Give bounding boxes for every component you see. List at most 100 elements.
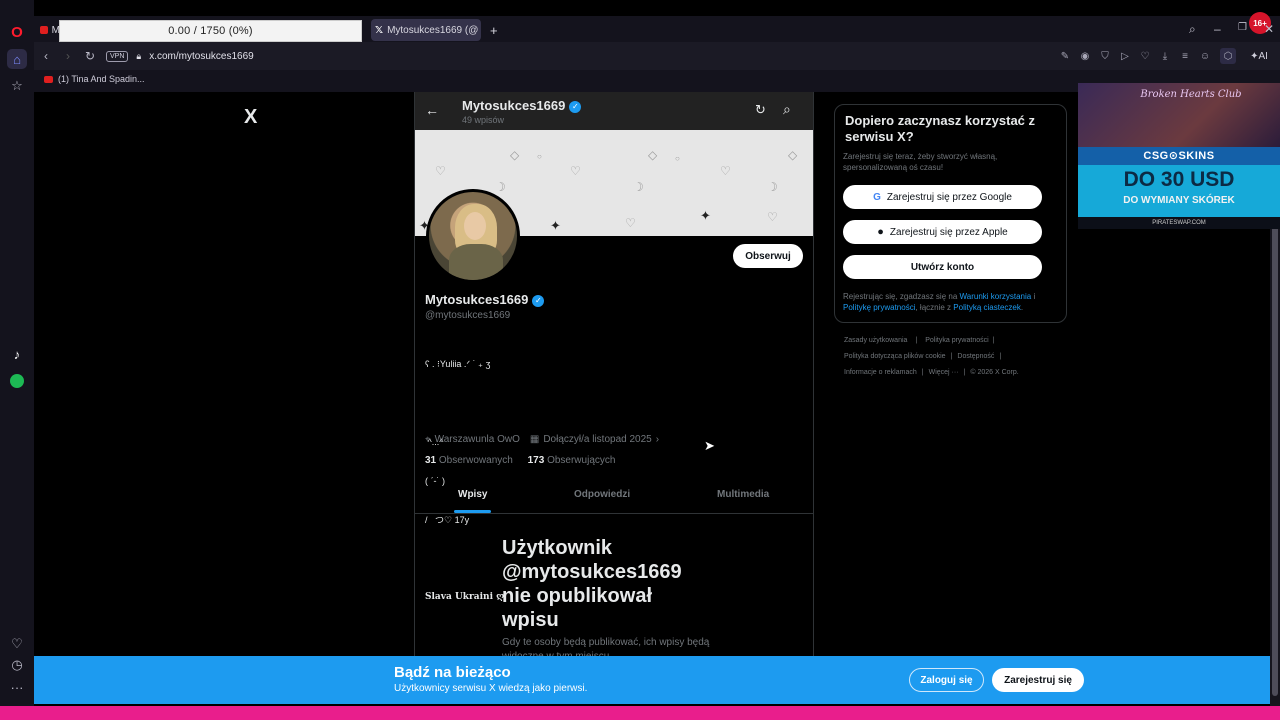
bookmark-label: (1) Tina And Spadin... (58, 74, 145, 84)
login-prompt-bar: Bądź na bieżąco Użytkownicy serwisu X wi… (34, 656, 1270, 704)
play-icon[interactable]: ▷ (1117, 48, 1133, 64)
diamond-doodle-icon: ◇ (510, 148, 520, 162)
aria-ai-button[interactable]: ✦ AI (1246, 48, 1272, 64)
profile-name: Mytosukces1669 (425, 292, 529, 307)
youtube-icon (40, 26, 48, 34)
ad-top-text: Broken Hearts Club (1140, 89, 1242, 100)
tab-active[interactable]: 𝕏 Mytosukces1669 (@myto (371, 19, 481, 41)
profile-handle: @mytosukces1669 (425, 310, 511, 321)
home-icon[interactable]: ⌂ (7, 49, 27, 69)
extensions-icon[interactable]: ⬡ (1220, 48, 1236, 64)
moon-doodle-icon: ☽ (767, 180, 778, 194)
restore-icon[interactable]: ❐ (1238, 22, 1247, 33)
footer-link-privacy[interactable]: Polityka prywatności (925, 337, 988, 344)
ad-site: PIRATESWAP.COM (1078, 217, 1280, 229)
bio-line: / つ♡ 17y (425, 515, 470, 525)
google-signup-label: Zarejestruj się przez Google (886, 191, 1012, 203)
apple-signup-button[interactable]: ● Zarejestruj się przez Apple (843, 220, 1042, 244)
back-icon[interactable]: ‹ (38, 48, 54, 64)
bottom-strip (0, 706, 1280, 720)
follow-stats: 31 Obserwowanych 173 Obserwujących (425, 455, 615, 466)
signup-button[interactable]: Zarejestruj się (992, 668, 1084, 692)
tiktok-icon[interactable]: ♪ (7, 344, 27, 364)
terms-text: i (1031, 292, 1036, 301)
youtube-icon (44, 75, 53, 83)
google-signup-button[interactable]: G Zarejestruj się przez Google (843, 185, 1042, 209)
address-bar-row: ‹ › ↻ VPN 🔒︎ x.com/mytosukces1669 ✎ ◉ ⛉ … (34, 42, 1280, 70)
scrollbar-thumb[interactable] (1272, 226, 1278, 696)
footer-link-accessibility[interactable]: Dostępność (957, 353, 994, 360)
heart-icon[interactable]: ♡ (7, 634, 27, 654)
ad-offer: DO 30 USD DO WYMIANY SKÓREK (1078, 165, 1280, 217)
tab-posts[interactable]: Wpisy (458, 489, 487, 500)
empty-state-subtitle: Gdy te osoby będą publikować, ich wpisy … (502, 637, 710, 656)
opera-logo-icon[interactable]: O (7, 22, 27, 42)
edit-icon[interactable]: ✎ (1057, 48, 1073, 64)
close-icon[interactable]: ✕ (1264, 22, 1274, 36)
ad-brand: CSG⊙SKINS (1078, 147, 1280, 165)
minimize-icon[interactable]: – (1214, 22, 1221, 36)
diamond-doodle-icon: ◇ (648, 148, 658, 162)
ad-banner[interactable]: Broken Hearts Club CSG⊙SKINS DO 30 USD D… (1078, 83, 1280, 229)
login-button[interactable]: Zaloguj się (909, 668, 984, 692)
create-account-button[interactable]: Utwórz konto (843, 255, 1042, 279)
download-icon[interactable]: ⤓ (1157, 48, 1173, 64)
vpn-badge[interactable]: VPN (106, 50, 129, 62)
heart-icon[interactable]: ♡ (1137, 48, 1153, 64)
verified-icon: ✓ (532, 294, 545, 307)
shield-icon[interactable]: ⛉ (1097, 48, 1113, 64)
refresh-icon[interactable]: ↻ (755, 102, 766, 118)
following-label[interactable]: Obserwowanych (439, 455, 513, 466)
signup-title: Dopiero zaczynasz korzystać z serwisu X? (845, 113, 1036, 144)
followers-label[interactable]: Obserwujących (547, 455, 615, 466)
bookmark-item[interactable]: (1) Tina And Spadin... (44, 74, 145, 84)
ad-offer-big: DO 30 USD (1123, 168, 1235, 191)
followers-count[interactable]: 173 (528, 455, 545, 466)
url-text[interactable]: x.com/mytosukces1669 (149, 51, 254, 62)
footer-link-cookies[interactable]: Polityka dotycząca plików cookie (844, 353, 946, 360)
google-icon: G (873, 191, 881, 203)
back-arrow-icon[interactable]: ← (425, 102, 439, 118)
privacy-link[interactable]: Politykę prywatności (843, 303, 915, 312)
follow-button[interactable]: Obserwuj (733, 244, 803, 268)
moon-doodle-icon: ☽ (495, 180, 506, 194)
tab-media[interactable]: Multimedia (717, 489, 769, 500)
cookies-link[interactable]: Polityką ciasteczek (953, 303, 1021, 312)
avatar[interactable] (426, 189, 520, 283)
ad-image: Broken Hearts Club (1078, 83, 1280, 147)
opera-sidebar: O ⌂ ☆ ♪ ♡ ◷ ··· (0, 0, 34, 706)
calendar-icon: ▦ (529, 434, 540, 445)
new-tab-button[interactable]: + (486, 19, 502, 41)
footer-link-terms[interactable]: Zasady użytkowania (844, 337, 907, 344)
x-logo-icon[interactable]: X (244, 106, 257, 129)
footer-link-ads[interactable]: Informacje o reklamach (844, 369, 917, 376)
url-bar[interactable]: VPN 🔒︎ x.com/mytosukces1669 (106, 46, 1196, 66)
header-name: Mytosukces1669 (462, 98, 566, 113)
profile-name-row: Mytosukces1669 ✓ (425, 292, 545, 307)
heart-doodle-icon: ♡ (435, 164, 446, 178)
profile-icon[interactable]: ☺ (1197, 48, 1213, 64)
bottom-bar-title: Bądź na bieżąco (394, 664, 511, 681)
footer-link-more[interactable]: Więcej ··· (929, 369, 959, 376)
chevron-right-icon[interactable]: › (656, 434, 659, 445)
terms-link[interactable]: Warunki korzystania (960, 292, 1032, 301)
signup-subtitle: Zarejestruj się teraz, żeby stworzyć wła… (843, 152, 998, 172)
following-count[interactable]: 31 (425, 455, 436, 466)
camera-icon[interactable]: ◉ (1077, 48, 1093, 64)
forward-icon[interactable]: › (60, 48, 76, 64)
tab-replies[interactable]: Odpowiedzi (574, 489, 630, 500)
reload-icon[interactable]: ↻ (82, 48, 98, 64)
menu-icon[interactable]: ≡ (1177, 48, 1193, 64)
history-icon[interactable]: ◷ (7, 655, 27, 675)
heart-doodle-icon: ♡ (767, 210, 778, 224)
more-icon[interactable]: ··· (7, 677, 27, 697)
terms-text: Rejestrując się, zgadzasz się na (843, 292, 960, 301)
tab-youtube[interactable]: M (36, 19, 60, 41)
star-icon[interactable]: ☆ (7, 76, 27, 96)
spotify-icon[interactable] (7, 371, 27, 391)
header-name-row: Mytosukces1669 ✓ (462, 98, 582, 113)
search-icon[interactable]: ⌕ (783, 101, 791, 118)
search-icon[interactable]: ⌕ (1189, 22, 1196, 37)
sparkle-doodle-icon: ✦ (700, 208, 711, 223)
bottom-bar-subtitle: Użytkownicy serwisu X wiedzą jako pierws… (394, 683, 588, 694)
